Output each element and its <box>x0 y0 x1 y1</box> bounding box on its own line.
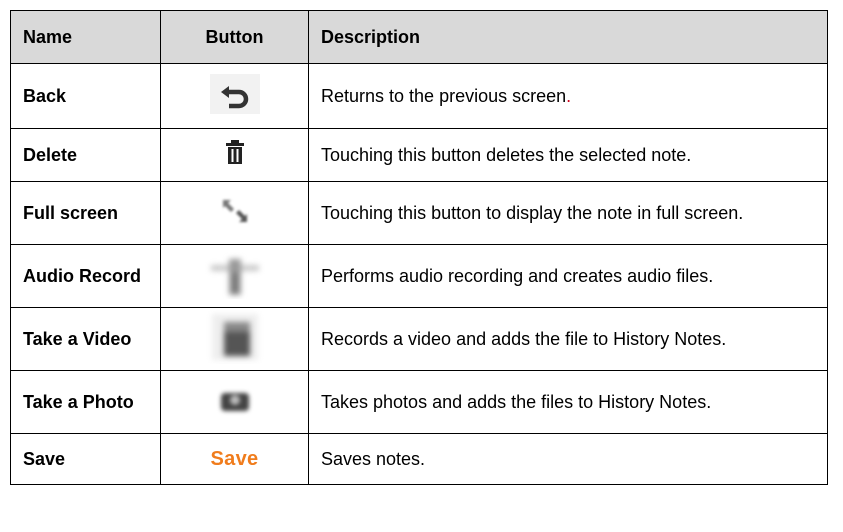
row-button-cell: Save <box>160 433 309 485</box>
save-text-button: Save <box>210 447 259 470</box>
row-name: Audio Record <box>10 244 161 308</box>
header-description: Description <box>308 10 828 64</box>
row-name: Take a Video <box>10 307 161 371</box>
table-row-take-a-photo: Take a Photo Takes photos and adds the f… <box>10 370 828 434</box>
row-name: Take a Photo <box>10 370 161 434</box>
row-button-cell <box>160 370 309 434</box>
table-row-back: Back Returns to the previous screen. <box>10 63 828 129</box>
row-name: Delete <box>10 128 161 182</box>
row-name: Save <box>10 433 161 485</box>
video-camera-icon <box>206 310 264 369</box>
row-description-period: . <box>566 85 572 106</box>
camera-icon <box>215 383 255 422</box>
row-description: Returns to the previous screen. <box>308 63 828 129</box>
row-description: Performs audio recording and creates aud… <box>308 244 828 308</box>
table-row-delete: Delete Touching this button deletes the … <box>10 128 828 182</box>
row-description: Touching this button deletes the selecte… <box>308 128 828 182</box>
trash-icon <box>220 138 250 173</box>
button-description-table: Name Button Description Back Returns to … <box>10 10 828 485</box>
row-button-cell <box>160 244 309 308</box>
row-description: Saves notes. <box>308 433 828 485</box>
table-row-save: Save Save Saves notes. <box>10 433 828 485</box>
table-row-audio-record: Audio Record Performs audio recording an… <box>10 244 828 308</box>
back-arrow-icon <box>209 73 260 119</box>
row-button-cell <box>160 128 309 182</box>
row-description: Takes photos and adds the files to Histo… <box>308 370 828 434</box>
row-description: Records a video and adds the file to His… <box>308 307 828 371</box>
row-name: Back <box>10 63 161 129</box>
row-button-cell <box>160 307 309 371</box>
row-button-cell <box>160 63 309 129</box>
header-button: Button <box>160 10 309 64</box>
row-name: Full screen <box>10 181 161 245</box>
row-description: Touching this button to display the note… <box>308 181 828 245</box>
table-row-take-a-video: Take a Video Records a video and adds th… <box>10 307 828 371</box>
row-description-text: Returns to the previous screen <box>321 85 567 106</box>
microphone-icon <box>205 249 265 304</box>
row-button-cell <box>160 181 309 245</box>
table-row-full-screen: Full screen Touching this button to disp… <box>10 181 828 245</box>
header-name: Name <box>10 10 161 64</box>
fullscreen-icon <box>215 194 255 233</box>
table-header-row: Name Button Description <box>10 10 828 64</box>
